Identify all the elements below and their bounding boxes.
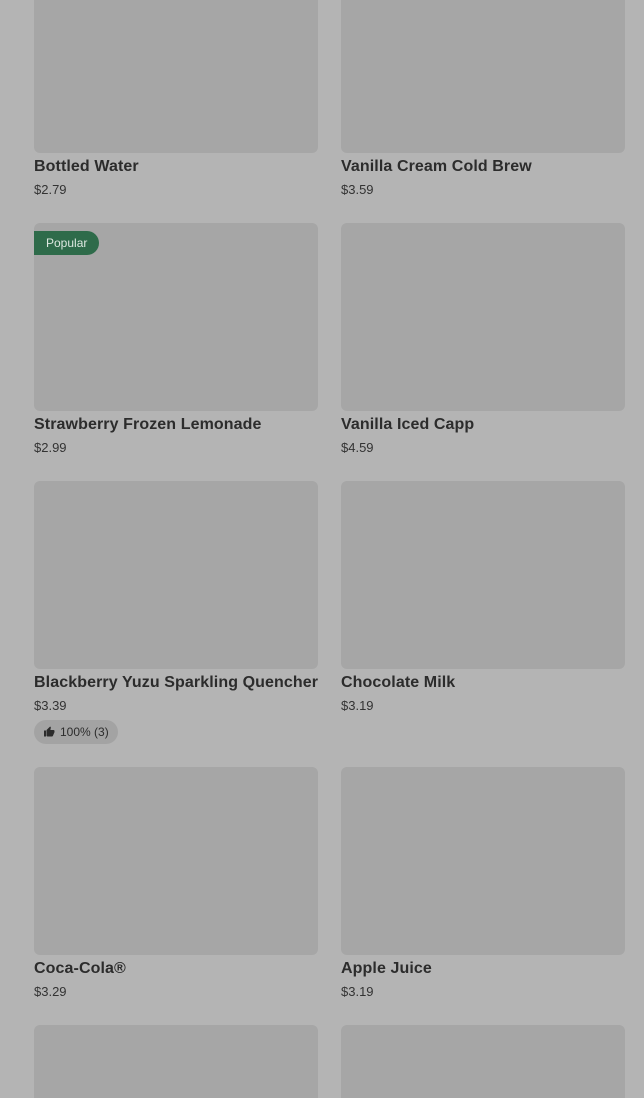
- thumbs-up-icon: [44, 726, 55, 737]
- rating-text: 100% (3): [60, 725, 109, 739]
- product-card[interactable]: Apple Juice $3.19: [341, 767, 625, 999]
- product-card[interactable]: Popular Strawberry Frozen Lemonade $2.99: [34, 223, 318, 455]
- product-name[interactable]: Coca-Cola®: [34, 960, 318, 978]
- product-price: $3.29: [34, 984, 67, 999]
- product-name[interactable]: Vanilla Cream Cold Brew: [341, 158, 625, 176]
- product-image[interactable]: [34, 767, 318, 955]
- product-card[interactable]: Blackberry Yuzu Sparkling Quencher $3.39…: [34, 481, 318, 744]
- product-price: $3.39: [34, 698, 67, 713]
- product-card[interactable]: [34, 1025, 318, 1098]
- product-name[interactable]: Vanilla Iced Capp: [341, 416, 625, 434]
- popular-badge: Popular: [34, 231, 100, 255]
- product-name[interactable]: Chocolate Milk: [341, 674, 625, 692]
- product-grid: Bottled Water $2.79 Vanilla Cream Cold B…: [0, 0, 644, 1098]
- product-image[interactable]: [341, 481, 625, 669]
- product-image[interactable]: [34, 481, 318, 669]
- product-price: $3.59: [341, 182, 374, 197]
- product-price: $2.99: [34, 440, 67, 455]
- rating-pill: 100% (3): [34, 720, 118, 744]
- product-image[interactable]: [341, 1025, 625, 1098]
- product-card[interactable]: Chocolate Milk $3.19: [341, 481, 625, 713]
- product-image[interactable]: [341, 767, 625, 955]
- product-image[interactable]: [341, 223, 625, 411]
- product-name[interactable]: Strawberry Frozen Lemonade: [34, 416, 318, 434]
- product-price: $4.59: [341, 440, 374, 455]
- product-name[interactable]: Bottled Water: [34, 158, 318, 176]
- product-price: $3.19: [341, 698, 374, 713]
- product-price: $2.79: [34, 182, 67, 197]
- product-image[interactable]: Popular: [34, 223, 318, 411]
- product-name[interactable]: Blackberry Yuzu Sparkling Quencher: [34, 674, 318, 692]
- product-name[interactable]: Apple Juice: [341, 960, 625, 978]
- product-card[interactable]: Bottled Water $2.79: [34, 0, 318, 197]
- product-card[interactable]: [341, 1025, 625, 1098]
- product-image[interactable]: [341, 0, 625, 153]
- product-card[interactable]: Coca-Cola® $3.29: [34, 767, 318, 999]
- product-image[interactable]: [34, 0, 318, 153]
- product-card[interactable]: Vanilla Cream Cold Brew $3.59: [341, 0, 625, 197]
- product-price: $3.19: [341, 984, 374, 999]
- product-card[interactable]: Vanilla Iced Capp $4.59: [341, 223, 625, 455]
- product-image[interactable]: [34, 1025, 318, 1098]
